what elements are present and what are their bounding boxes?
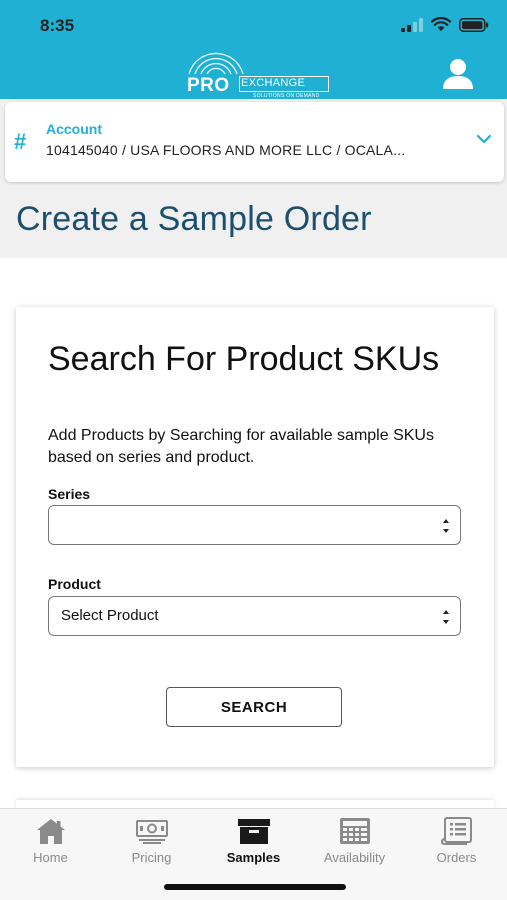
status-icons bbox=[401, 17, 489, 32]
chevron-down-icon bbox=[476, 134, 492, 144]
profile-button[interactable] bbox=[441, 56, 475, 95]
search-products-card: Search For Product SKUs Add Products by … bbox=[16, 307, 494, 767]
product-label: Product bbox=[48, 576, 101, 592]
tab-label: Orders bbox=[436, 850, 477, 865]
account-value: 104145040 / USA FLOORS AND MORE LLC / OC… bbox=[46, 142, 406, 158]
home-indicator[interactable] bbox=[164, 884, 346, 890]
card-title: Search For Product SKUs bbox=[48, 340, 440, 378]
page-title: Create a Sample Order bbox=[16, 200, 372, 238]
hash-icon: # bbox=[14, 129, 27, 154]
search-button[interactable]: SEARCH bbox=[166, 687, 342, 727]
status-time: 8:35 bbox=[40, 16, 75, 35]
calculator-icon bbox=[339, 818, 370, 844]
tab-availability[interactable]: Availability bbox=[304, 815, 405, 871]
wifi-icon bbox=[431, 17, 451, 31]
tab-label: Home bbox=[33, 850, 68, 865]
tab-home[interactable]: Home bbox=[0, 815, 101, 871]
account-label: Account bbox=[46, 121, 102, 137]
money-icon bbox=[135, 820, 168, 844]
card-description: Add Products by Searching for available … bbox=[48, 427, 434, 466]
product-select[interactable]: Select Product bbox=[48, 596, 461, 636]
home-icon bbox=[36, 819, 65, 844]
pro-exchange-logo: PRO EXCHANGE SOLUTIONS ON DEMAND bbox=[181, 48, 331, 99]
tab-pricing[interactable]: Pricing bbox=[101, 815, 202, 871]
select-arrows-icon bbox=[443, 519, 449, 533]
battery-icon bbox=[459, 17, 489, 32]
document-icon bbox=[440, 817, 472, 845]
box-icon bbox=[237, 819, 270, 844]
app-header: 8:35 PRO EXCHANGE SOLUTIONS ON DEMAND bbox=[0, 0, 507, 99]
tab-label: Availability bbox=[323, 850, 386, 865]
series-select[interactable] bbox=[48, 505, 461, 545]
tab-samples[interactable]: Samples bbox=[203, 815, 304, 871]
user-profile-icon bbox=[443, 59, 473, 89]
account-selector[interactable]: # Account 104145040 / USA FLOORS AND MOR… bbox=[5, 102, 504, 182]
cellular-signal-icon bbox=[401, 17, 423, 32]
tab-orders[interactable]: Orders bbox=[406, 815, 507, 871]
logo-signal-arcs bbox=[188, 52, 244, 75]
series-label: Series bbox=[48, 486, 91, 502]
product-select-value: Select Product bbox=[61, 607, 159, 624]
logo-tagline: SOLUTIONS ON DEMAND bbox=[253, 93, 320, 99]
logo-pro-text: PRO bbox=[187, 75, 230, 96]
logo-exchange-text: EXCHANGE bbox=[241, 77, 306, 89]
select-arrows-icon bbox=[443, 610, 449, 624]
tab-label: Samples bbox=[226, 850, 281, 865]
tab-label: Pricing bbox=[131, 850, 172, 865]
